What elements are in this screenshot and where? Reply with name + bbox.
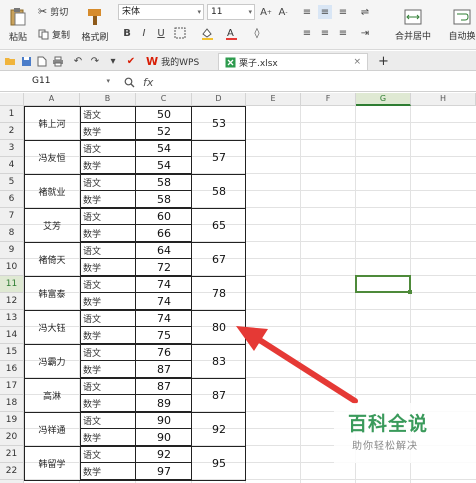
merge-icon [404, 9, 422, 24]
format-painter-icon [88, 9, 101, 25]
watermark-subtitle: 助你轻松解决 [352, 441, 418, 452]
align-icon: ≡ [320, 27, 330, 39]
chevron-down-icon: ▾ [110, 55, 116, 67]
wps-logo-icon: W [146, 55, 159, 68]
watermark-title: 百科全说 [348, 413, 429, 435]
align-icon: ≡ [302, 27, 312, 39]
formula-input[interactable] [162, 74, 472, 90]
chevron-down-icon: ▾ [248, 8, 252, 16]
align-icon: ≡ [320, 6, 330, 18]
chevron-down-icon: ▾ [106, 77, 110, 85]
border-icon [174, 27, 186, 39]
font-size-value: 11 [211, 7, 223, 17]
document-tab-bar: ↶ ↷ ▾ ✔ W 我的WPS 栗子.xlsx × + [0, 51, 476, 71]
fx-button[interactable]: fx [143, 74, 153, 90]
new-file-button[interactable] [35, 54, 49, 68]
copy-button[interactable]: 复制 [38, 28, 70, 41]
open-folder-button[interactable] [3, 54, 17, 68]
arrow-shaft [255, 336, 358, 404]
close-icon[interactable]: × [353, 57, 361, 67]
tab-home-wps[interactable]: W 我的WPS [140, 53, 205, 70]
arrow-head [236, 326, 268, 351]
fill-color-icon [201, 27, 213, 40]
print-icon [53, 56, 63, 66]
quick-access-dropdown[interactable]: ▾ [106, 54, 120, 68]
tab-file-label: 栗子.xlsx [239, 58, 278, 69]
paste-button[interactable]: 粘贴 [4, 4, 32, 46]
open-folder-icon [5, 58, 15, 65]
bold-icon: B [123, 27, 131, 39]
border-button[interactable] [173, 26, 187, 40]
format-painter-label: 格式刷 [81, 33, 109, 43]
tab-file[interactable]: 栗子.xlsx × [218, 53, 368, 70]
fx-label: fx [143, 75, 154, 89]
add-tab-icon: + [378, 54, 389, 69]
cut-icon: ✂ [38, 5, 48, 18]
auto-wrap-button[interactable]: 自动换 [442, 4, 476, 46]
shrink-font-button[interactable]: A- [276, 5, 290, 19]
name-box-value: G11 [32, 76, 51, 86]
align-center-button[interactable]: ≡ [318, 26, 332, 40]
chevron-down-icon: ▾ [197, 8, 201, 16]
undo-icon: ↶ [73, 55, 83, 67]
fill-color-button[interactable] [200, 26, 214, 40]
italic-icon: I [142, 27, 146, 39]
redo-button[interactable]: ↷ [88, 54, 102, 68]
italic-button[interactable]: I [137, 26, 151, 40]
zoom-button[interactable] [122, 75, 136, 89]
print-button[interactable] [51, 54, 65, 68]
format-painter-button[interactable]: 格式刷 [78, 4, 112, 46]
font-name-select[interactable]: 宋体 ▾ [118, 4, 204, 20]
align-top-button[interactable]: ≡ [300, 5, 314, 19]
copy-icon [38, 29, 49, 40]
spreadsheet-icon [225, 57, 236, 67]
save-icon [21, 56, 31, 66]
tab-home-label: 我的WPS [161, 58, 200, 68]
underline-icon: U [157, 27, 165, 39]
align-icon: ≡ [338, 6, 348, 18]
align-right-button[interactable]: ≡ [336, 26, 350, 40]
formula-bar: G11 ▾ fx [0, 72, 476, 92]
redo-icon: ↷ [90, 55, 100, 67]
auto-wrap-label: 自动换 [448, 31, 476, 42]
check-icon: ✔ [126, 55, 136, 67]
zoom-icon [124, 77, 134, 87]
copy-label: 复制 [52, 31, 71, 41]
svg-text:A: A [227, 28, 234, 39]
save-button[interactable] [19, 54, 33, 68]
merge-center-label: 合并居中 [394, 31, 431, 42]
ribbon-toolbar: 粘贴 ✂ 剪切 复制 格式刷 宋体 ▾ 11 ▾ A + A- B I U A ◊… [0, 0, 476, 50]
paste-label: 粘贴 [8, 33, 27, 43]
font-name-value: 宋体 [122, 7, 141, 17]
paste-icon [10, 8, 26, 26]
font-color-button[interactable]: A [224, 26, 238, 40]
erase-button[interactable]: ◊ [250, 26, 264, 40]
cut-button[interactable]: ✂ 剪切 [38, 5, 68, 18]
new-tab-button[interactable]: + [372, 53, 395, 70]
align-icon: ≡ [302, 6, 312, 18]
align-middle-button[interactable]: ≡ [318, 5, 332, 19]
cut-label: 剪切 [50, 8, 69, 18]
name-box[interactable]: G11 ▾ [24, 74, 110, 89]
align-icon: ≡ [338, 27, 348, 39]
merge-center-button[interactable]: 合并居中 [390, 4, 436, 46]
underline-button[interactable]: U [154, 26, 168, 40]
align-bottom-button[interactable]: ≡ [336, 5, 350, 19]
font-color-icon: A [225, 28, 237, 40]
undo-button[interactable]: ↶ [71, 54, 85, 68]
orientation-button[interactable]: ⇌ [358, 5, 372, 19]
grow-font-button[interactable]: A + [259, 5, 273, 19]
new-file-icon [37, 56, 47, 66]
bold-button[interactable]: B [120, 26, 134, 40]
font-size-select[interactable]: 11 ▾ [207, 4, 255, 20]
align-left-button[interactable]: ≡ [300, 26, 314, 40]
watermark: 百科全说 助你轻松解决 [334, 403, 476, 463]
indent-button[interactable]: ⇥ [358, 26, 372, 40]
wrap-icon [453, 9, 471, 24]
